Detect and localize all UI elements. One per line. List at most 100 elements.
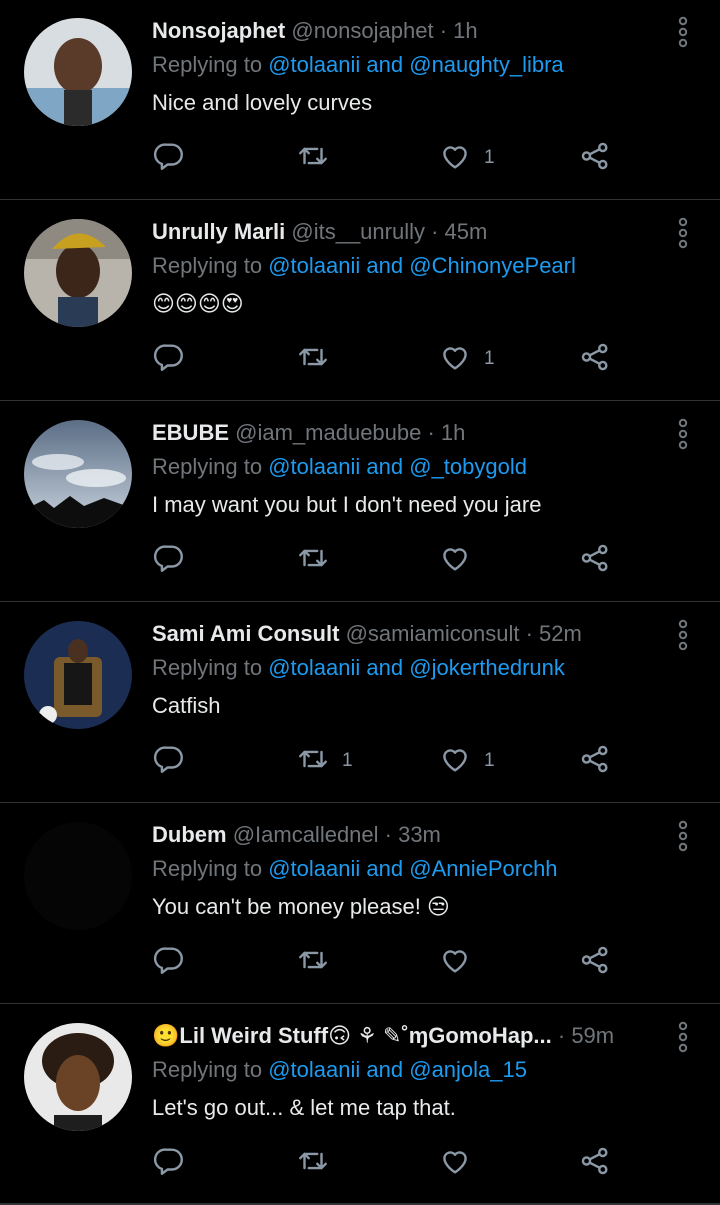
vertical-dots-icon[interactable] (676, 619, 690, 651)
share-button[interactable] (578, 540, 612, 580)
author-name[interactable]: Dubem (152, 822, 227, 847)
vertical-dots-icon[interactable] (676, 16, 690, 48)
retweet-button[interactable]: 1 (296, 741, 353, 781)
author-handle-time: @Iamcallednel · 33m (232, 822, 441, 847)
tweet-text: I may want you but I don't need you jare (152, 492, 542, 517)
retweet-icon (296, 139, 330, 178)
author-handle-time: · 59m (557, 1023, 615, 1048)
tweet-text: 😊😊😊😍 (152, 291, 244, 316)
share-button[interactable] (578, 1143, 612, 1183)
like-button[interactable] (438, 1143, 484, 1183)
share-icon (578, 943, 612, 982)
share-icon (578, 541, 612, 580)
reply-feed: Nonsojaphet @nonsojaphet · 1h Replying t… (0, 0, 720, 1205)
author-name[interactable]: Unrully Marli (152, 219, 285, 244)
reply-bubble-icon (152, 943, 186, 982)
share-icon (578, 742, 612, 781)
share-icon (578, 139, 612, 178)
like-button[interactable]: 1 (438, 339, 495, 379)
author-name[interactable]: Sami Ami Consult (152, 621, 339, 646)
reply-button[interactable] (152, 339, 186, 379)
reply-button[interactable] (152, 1143, 186, 1183)
share-button[interactable] (578, 138, 612, 178)
reply-bubble-icon (152, 541, 186, 580)
retweet-button[interactable] (296, 138, 342, 178)
tweet-item[interactable]: Dubem @Iamcallednel · 33m Replying to @t… (0, 804, 720, 1004)
mention-conjunction: and (366, 655, 404, 680)
like-button[interactable]: 1 (438, 741, 495, 781)
share-icon (578, 1144, 612, 1183)
author-handle-time: @samiamiconsult · 52m (345, 621, 582, 646)
like-count: 1 (484, 348, 495, 369)
tweet-item[interactable]: Nonsojaphet @nonsojaphet · 1h Replying t… (0, 0, 720, 200)
reply-button[interactable] (152, 942, 186, 982)
vertical-dots-icon[interactable] (676, 217, 690, 249)
tweet-actions: 1 (152, 339, 632, 379)
like-count: 1 (484, 147, 495, 168)
mention-link[interactable]: @tolaanii (268, 253, 360, 278)
mention-link[interactable]: @tolaanii (268, 52, 360, 77)
tweet-item[interactable]: EBUBE @iam_maduebube · 1h Replying to @t… (0, 402, 720, 602)
heart-icon (438, 1144, 472, 1183)
vertical-dots-icon[interactable] (676, 820, 690, 852)
retweet-button[interactable] (296, 1143, 342, 1183)
share-button[interactable] (578, 741, 612, 781)
avatar[interactable] (24, 822, 132, 930)
retweet-button[interactable] (296, 540, 342, 580)
heart-icon (438, 340, 472, 379)
mention-link[interactable]: @naughty_libra (409, 52, 563, 77)
retweet-button[interactable] (296, 942, 342, 982)
reply-bubble-icon (152, 340, 186, 379)
replying-to: Replying to @tolaanii and @naughty_libra (152, 52, 564, 77)
replying-to: Replying to @tolaanii and @AnniePorchh (152, 856, 558, 881)
tweet-text: Nice and lovely curves (152, 90, 373, 115)
tweet-actions: 1 1 (152, 741, 632, 781)
avatar[interactable] (24, 621, 132, 729)
avatar[interactable] (24, 18, 132, 126)
share-icon (578, 340, 612, 379)
share-button[interactable] (578, 339, 612, 379)
author-name[interactable]: Nonsojaphet (152, 18, 285, 43)
heart-icon (438, 742, 472, 781)
tweet-item[interactable]: 🙂Lil Weird Stuff🙃 ⚘ ✎˚ɱGomoHap... · 59m … (0, 1005, 720, 1205)
mention-conjunction: and (366, 253, 404, 278)
retweet-button[interactable] (296, 339, 342, 379)
mention-link[interactable]: @tolaanii (268, 454, 360, 479)
retweet-icon (296, 742, 330, 781)
reply-bubble-icon (152, 1144, 186, 1183)
mention-link[interactable]: @tolaanii (268, 856, 360, 881)
reply-button[interactable] (152, 138, 186, 178)
author-name[interactable]: EBUBE (152, 420, 229, 445)
vertical-dots-icon[interactable] (676, 418, 690, 450)
mention-link[interactable]: @ChinonyePearl (409, 253, 576, 278)
share-button[interactable] (578, 942, 612, 982)
retweet-count: 1 (342, 750, 353, 771)
tweet-item[interactable]: Unrully Marli @its__unrully · 45m Replyi… (0, 201, 720, 401)
mention-link[interactable]: @AnniePorchh (409, 856, 557, 881)
mention-link[interactable]: @jokerthedrunk (409, 655, 565, 680)
author-handle-time: @nonsojaphet · 1h (291, 18, 478, 43)
like-button[interactable]: 1 (438, 138, 495, 178)
avatar[interactable] (24, 420, 132, 528)
vertical-dots-icon[interactable] (676, 1021, 690, 1053)
tweet-actions (152, 540, 632, 580)
reply-button[interactable] (152, 741, 186, 781)
avatar[interactable] (24, 219, 132, 327)
heart-icon (438, 139, 472, 178)
mention-link[interactable]: @tolaanii (268, 1057, 360, 1082)
retweet-icon (296, 541, 330, 580)
avatar[interactable] (24, 1023, 132, 1131)
reply-button[interactable] (152, 540, 186, 580)
tweet-item[interactable]: Sami Ami Consult @samiamiconsult · 52m R… (0, 603, 720, 803)
replying-to: Replying to @tolaanii and @_tobygold (152, 454, 527, 479)
replying-to: Replying to @tolaanii and @ChinonyePearl (152, 253, 576, 278)
mention-link[interactable]: @anjola_15 (409, 1057, 527, 1082)
author-name[interactable]: 🙂Lil Weird Stuff🙃 ⚘ ✎˚ɱGomoHap... (152, 1023, 552, 1048)
tweet-text: You can't be money please! 😒 (152, 894, 450, 919)
mention-link[interactable]: @tolaanii (268, 655, 360, 680)
like-button[interactable] (438, 942, 484, 982)
mention-link[interactable]: @_tobygold (409, 454, 527, 479)
heart-icon (438, 943, 472, 982)
tweet-actions (152, 942, 632, 982)
like-button[interactable] (438, 540, 484, 580)
